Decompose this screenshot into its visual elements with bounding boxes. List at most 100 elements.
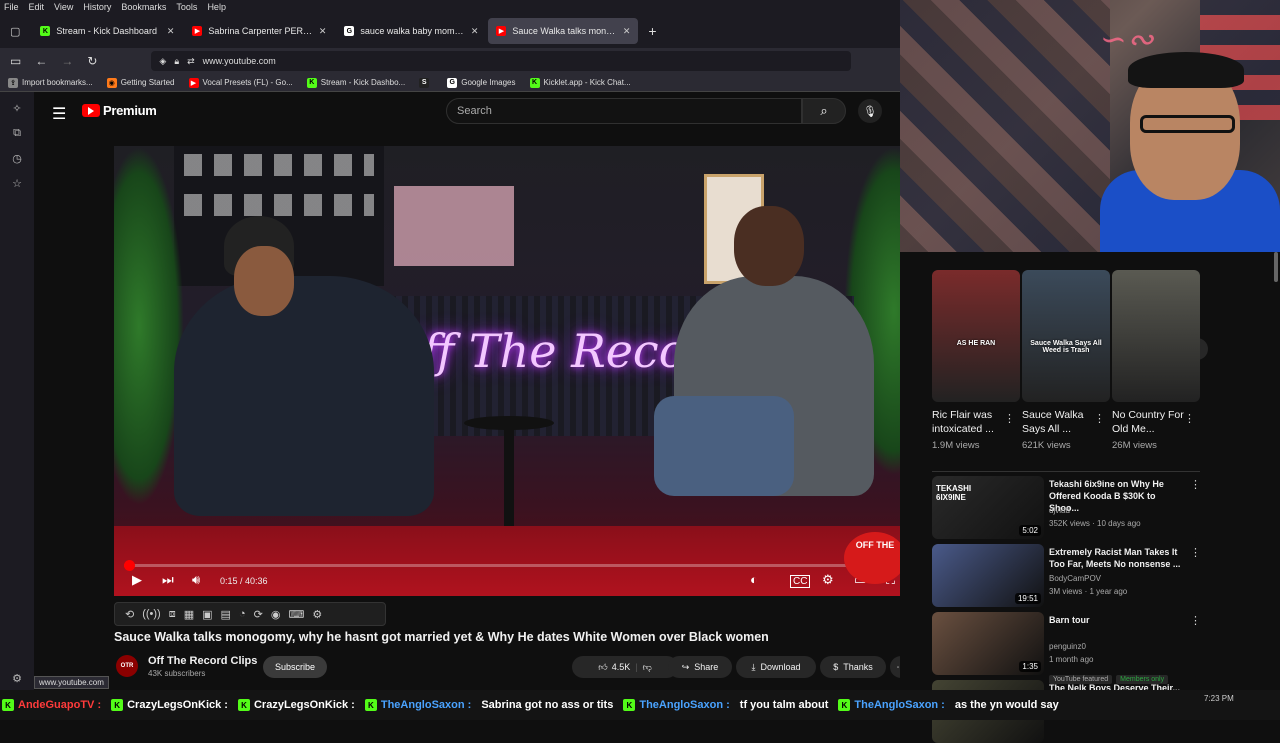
short-title[interactable]: Sauce Walka Says All ... <box>1022 408 1098 436</box>
channel-name[interactable]: Off The Record Clips <box>148 655 257 667</box>
url-bar[interactable]: ◈ 🔒︎ ⇄ www.youtube.com <box>151 51 852 71</box>
ai-sparkle-icon[interactable]: ✧ <box>12 102 21 115</box>
permissions-icon[interactable]: ⇄ <box>187 56 195 67</box>
short-thumbnail[interactable]: AS HE RAN <box>932 270 1020 402</box>
bookmark-item[interactable]: G Google Images <box>447 77 516 88</box>
shelf-items <box>184 194 374 216</box>
bookmark-item[interactable]: ▶ Vocal Presets (FL) - Go... <box>188 77 293 88</box>
short-title[interactable]: Ric Flair was intoxicated ... <box>932 408 1008 436</box>
more-icon[interactable]: ⋮ <box>1094 412 1105 425</box>
tab-0[interactable]: K Stream - Kick Dashboard ✕ <box>32 18 182 44</box>
more-icon[interactable]: ⋮ <box>1190 546 1201 559</box>
history-icon[interactable]: ◷ <box>12 152 22 165</box>
youtube-logo[interactable]: Premium <box>82 103 157 118</box>
related-channel[interactable]: djvlad <box>1049 506 1070 515</box>
frame-icon[interactable]: ▤ <box>221 608 231 621</box>
synced-tabs-icon[interactable]: ⧉ <box>13 127 21 140</box>
new-tab-icon[interactable]: + <box>648 23 656 39</box>
more-icon[interactable]: ⋮ <box>1190 614 1201 627</box>
autoplay-toggle-icon[interactable]: ◐ <box>750 572 758 587</box>
short-thumbnail[interactable]: Sauce Walka Says All Weed is Trash <box>1022 270 1110 402</box>
more-icon[interactable]: ⋮ <box>1190 478 1201 491</box>
chat-message: Sabrina got no ass or tits <box>481 699 613 711</box>
thanks-button[interactable]: $ Thanks <box>820 656 886 678</box>
chat-text: as the yn would say <box>954 699 1059 711</box>
close-icon[interactable]: ✕ <box>623 26 631 37</box>
related-title[interactable]: Barn tour <box>1049 614 1187 626</box>
close-icon[interactable]: ✕ <box>471 26 479 37</box>
shield-icon[interactable]: ◈ <box>159 56 166 67</box>
menu-tools[interactable]: Tools <box>176 2 197 12</box>
bookmark-item[interactable]: ⇪ Import bookmarks... <box>8 77 93 88</box>
video-player[interactable]: Off The Record ▶ ⏭ 🔊︎ 0:15 / 40:36 ◐ CC … <box>114 146 920 596</box>
camera-icon[interactable]: ◉ <box>271 608 281 621</box>
url-text[interactable]: www.youtube.com <box>203 56 276 66</box>
volume-icon[interactable]: 🔊︎ <box>192 572 200 588</box>
related-channel[interactable]: BodyCamPOV <box>1049 574 1101 583</box>
short-thumbnail[interactable] <box>1112 270 1200 402</box>
share-button[interactable]: ↪ Share <box>668 656 732 678</box>
menu-icon[interactable]: ☰ <box>52 104 66 124</box>
sidebar-toggle-icon[interactable]: ▭ <box>10 54 21 68</box>
menu-edit[interactable]: Edit <box>29 2 45 12</box>
chat-text: AndeGuapoTV : <box>18 699 102 711</box>
rotate-icon[interactable]: ⟳ <box>254 608 263 621</box>
voice-search-button[interactable]: 🎙︎ <box>858 99 882 123</box>
download-button[interactable]: ⤓ Download <box>736 656 816 678</box>
bookmark-item[interactable]: ◉ Getting Started <box>106 77 175 88</box>
bookmark-item[interactable]: S <box>419 77 433 88</box>
menu-history[interactable]: History <box>83 2 111 12</box>
channel-watermark[interactable]: OFF THE <box>844 532 906 584</box>
video-duration: 1:35 <box>1019 661 1041 672</box>
host-person <box>174 276 434 516</box>
progress-track[interactable] <box>124 564 910 567</box>
menu-help[interactable]: Help <box>207 2 226 12</box>
cinema-icon[interactable]: ▦ <box>184 608 194 621</box>
reload-icon[interactable]: ↻ <box>87 54 97 68</box>
tab-1[interactable]: ▶ Sabrina Carpenter PERFORMS F ✕ <box>184 18 334 44</box>
like-button[interactable]: 👍︎ 4.5K <box>598 662 630 673</box>
speed-icon[interactable]: ◔ <box>239 608 246 620</box>
search-button[interactable]: ⌕ <box>802 98 846 124</box>
settings-icon[interactable]: ⚙ <box>12 672 22 685</box>
next-icon[interactable]: ⏭ <box>162 572 174 588</box>
menu-bookmarks[interactable]: Bookmarks <box>121 2 166 12</box>
menu-view[interactable]: View <box>54 2 73 12</box>
related-thumbnail[interactable]: TEKASHI 6IX9INE 5:02 <box>932 476 1044 539</box>
settings-gear-icon[interactable]: ⚙ <box>822 572 834 588</box>
related-channel[interactable]: penguinz0 <box>1049 642 1086 651</box>
tab-overview-icon[interactable]: ▢ <box>10 25 20 38</box>
youtube-play-icon <box>82 104 100 117</box>
related-title[interactable]: Extremely Racist Man Takes It Too Far, M… <box>1049 546 1187 570</box>
pip-icon[interactable]: ▣ <box>202 608 212 621</box>
gear-icon[interactable]: ⚙ <box>312 608 322 621</box>
tab-3[interactable]: ▶ Sauce Walka talks monogo ✕ <box>488 18 639 44</box>
play-icon[interactable]: ▶ <box>132 572 142 588</box>
short-title[interactable]: No Country For Old Me... <box>1112 408 1188 436</box>
search-input[interactable]: Search <box>446 98 802 124</box>
bookmarks-icon[interactable]: ☆ <box>12 177 22 190</box>
bookmark-item[interactable]: K Stream - Kick Dashbo... <box>306 77 405 88</box>
loop-icon[interactable]: ⟲ <box>125 608 134 621</box>
bookmark-item[interactable]: K Kicklet.app - Kick Chat... <box>529 77 631 88</box>
kick-icon: K <box>364 699 377 711</box>
more-icon[interactable]: ⋮ <box>1004 412 1015 425</box>
forward-icon[interactable]: → <box>61 54 73 68</box>
related-thumbnail[interactable]: 19:51 <box>932 544 1044 607</box>
channel-avatar[interactable]: OTR <box>116 655 138 677</box>
close-icon[interactable]: ✕ <box>167 26 175 37</box>
back-icon[interactable]: ← <box>35 54 47 68</box>
close-icon[interactable]: ✕ <box>319 26 327 37</box>
more-icon[interactable]: ⋮ <box>1184 412 1195 425</box>
progress-scrubber[interactable] <box>123 560 135 571</box>
screenshot-icon[interactable]: ⧈ <box>169 608 176 621</box>
scrollbar[interactable] <box>1274 252 1278 282</box>
subscribe-button[interactable]: Subscribe <box>263 656 327 678</box>
related-thumbnail[interactable]: 1:35 <box>932 612 1044 675</box>
dislike-button[interactable]: 👎︎ <box>643 662 652 673</box>
audio-icon[interactable]: ((•)) <box>142 608 161 620</box>
tab-2[interactable]: Gsauce walka baby momma - Go ✕ <box>336 18 486 44</box>
menu-file[interactable]: File <box>4 2 19 12</box>
captions-icon[interactable]: CC <box>790 575 811 588</box>
keyboard-icon[interactable]: ⌨ <box>288 608 304 621</box>
